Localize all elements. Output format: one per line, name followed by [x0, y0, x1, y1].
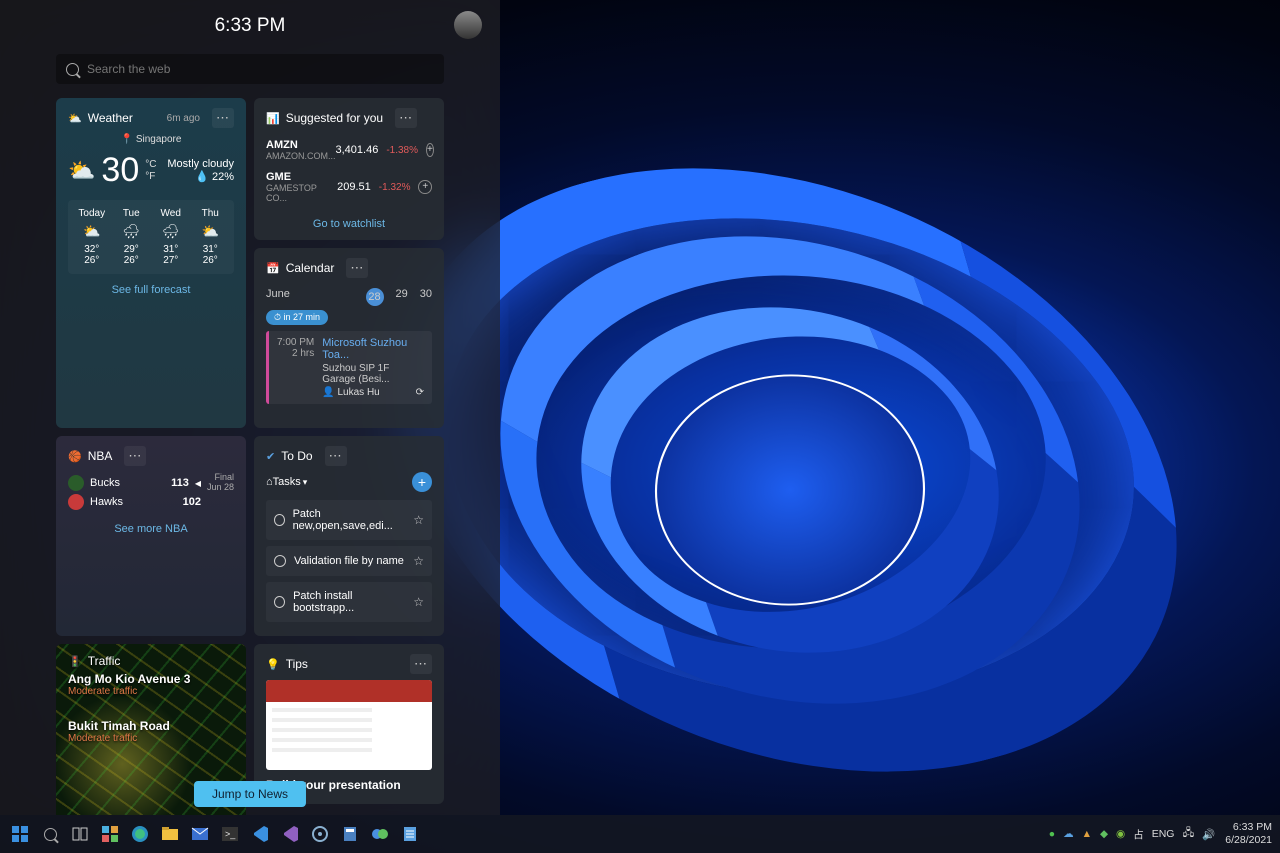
terminal-icon[interactable]: >_: [218, 822, 242, 846]
search-button[interactable]: [38, 822, 62, 846]
star-icon[interactable]: ☆: [413, 513, 424, 527]
forecast-row: Today⛅32°26° Tue🌧29°26° Wed🌧31°27° Thu⛅3…: [68, 200, 234, 274]
stocks-widget[interactable]: 📊 Suggested for you ⋯ AMZNAMAZON.COM... …: [254, 98, 444, 240]
calendar-date[interactable]: 28: [366, 288, 384, 306]
road-name: Bukit Timah Road: [68, 719, 234, 733]
todo-widget[interactable]: ✔ To Do ⋯ ⌂ Tasks▾ + Patch new,open,save…: [254, 436, 444, 636]
calculator-icon[interactable]: [338, 822, 362, 846]
task-checkbox[interactable]: [274, 514, 285, 526]
calendar-date[interactable]: 30: [420, 288, 432, 306]
weather-cond: Mostly cloudy: [167, 158, 234, 170]
task-view-button[interactable]: [68, 822, 92, 846]
todo-list-name[interactable]: Tasks: [273, 476, 301, 488]
task-item[interactable]: Patch install bootstrapp...☆: [266, 582, 432, 622]
tray-volume-icon[interactable]: 🔊: [1202, 828, 1215, 841]
tray-wechat-icon[interactable]: ●: [1049, 828, 1055, 840]
panel-time: 6:33 PM: [215, 15, 286, 37]
basketball-icon: 🏀: [68, 450, 82, 463]
tray-ime-icon[interactable]: 占: [1133, 827, 1144, 842]
watchlist-link[interactable]: Go to watchlist: [266, 218, 432, 230]
more-icon[interactable]: ⋯: [124, 446, 146, 466]
stock-row[interactable]: GMEGAMESTOP CO... 209.51 -1.32% +: [266, 166, 432, 208]
bulb-icon: 💡: [266, 658, 280, 671]
svg-text:>_: >_: [225, 829, 236, 839]
add-icon[interactable]: +: [426, 143, 434, 157]
visualstudio-icon[interactable]: [278, 822, 302, 846]
weather-icon: ⛅: [68, 112, 82, 125]
star-icon[interactable]: ☆: [413, 595, 424, 609]
user-avatar[interactable]: [454, 11, 482, 39]
settings-icon[interactable]: [308, 822, 332, 846]
search-bar[interactable]: [56, 54, 444, 84]
tips-image: [266, 680, 432, 770]
road-name: Ang Mo Kio Avenue 3: [68, 672, 234, 686]
stocks-title: Suggested for you: [286, 111, 383, 125]
check-icon: ✔: [266, 450, 275, 463]
taskbar: >_ ● ☁ ▲ ◆ ◉ 占 ENG 🖧 🔊 6:33 PM6/28/2021: [0, 815, 1280, 853]
weather-location: Singapore: [136, 134, 182, 145]
search-input[interactable]: [87, 62, 434, 76]
see-nba-link[interactable]: See more NBA: [68, 523, 234, 535]
tray-nvidia-icon[interactable]: ◉: [1116, 828, 1125, 840]
mail-icon[interactable]: [188, 822, 212, 846]
task-checkbox[interactable]: [274, 555, 286, 567]
more-icon[interactable]: ⋯: [346, 258, 368, 278]
traffic-icon: 🚦: [68, 655, 82, 668]
edge-icon[interactable]: [128, 822, 152, 846]
notepad-icon[interactable]: [398, 822, 422, 846]
more-icon[interactable]: ⋯: [410, 654, 432, 674]
weather-ago: 6m ago: [167, 113, 200, 124]
tray-onedrive-icon[interactable]: ☁: [1063, 828, 1074, 840]
task-checkbox[interactable]: [274, 596, 285, 608]
weather-temp: 30: [101, 151, 139, 190]
widgets-panel: 6:33 PM ⛅ Weather 6m ago ⋯ 📍 Singapore ⛅…: [0, 0, 500, 815]
weather-title: Weather: [88, 111, 133, 125]
more-icon[interactable]: ⋯: [325, 446, 347, 466]
widgets-button[interactable]: [98, 822, 122, 846]
stock-row[interactable]: AMZNAMAZON.COM... 3,401.46 -1.38% +: [266, 134, 432, 166]
cloud-icon: ⛅: [68, 158, 95, 184]
search-icon: [66, 63, 79, 76]
chevron-down-icon[interactable]: ▾: [303, 477, 308, 488]
task-item[interactable]: Patch new,open,save,edi...☆: [266, 500, 432, 540]
calendar-widget[interactable]: 📅 Calendar ⋯ June 28 29 30 ⏱ in 27 min 7…: [254, 248, 444, 428]
task-item[interactable]: Validation file by name☆: [266, 546, 432, 576]
jump-to-news-button[interactable]: Jump to News: [194, 781, 306, 807]
chart-icon: 📊: [266, 112, 280, 125]
start-button[interactable]: [8, 822, 32, 846]
vscode-icon[interactable]: [248, 822, 272, 846]
star-icon[interactable]: ☆: [413, 554, 424, 568]
add-task-button[interactable]: +: [412, 472, 432, 492]
see-forecast-link[interactable]: See full forecast: [68, 284, 234, 296]
tips-widget[interactable]: 💡 Tips ⋯ Build your presentation skills: [254, 644, 444, 804]
weather-widget[interactable]: ⛅ Weather 6m ago ⋯ 📍 Singapore ⛅ 30 °C°F…: [56, 98, 246, 428]
countdown-chip: ⏱ in 27 min: [266, 310, 328, 325]
tray-clock[interactable]: 6:33 PM6/28/2021: [1225, 821, 1272, 846]
calendar-date[interactable]: 29: [396, 288, 408, 306]
calendar-event[interactable]: 7:00 PM2 hrs Microsoft Suzhou Toa... Suz…: [266, 331, 432, 404]
calendar-icon: 📅: [266, 262, 280, 275]
app-icon[interactable]: [368, 822, 392, 846]
tray-network-icon[interactable]: 🖧: [1182, 825, 1194, 843]
home-icon: ⌂: [266, 476, 273, 488]
refresh-icon[interactable]: ⟳: [416, 387, 424, 398]
tray-lang[interactable]: ENG: [1152, 828, 1175, 840]
explorer-icon[interactable]: [158, 822, 182, 846]
tray-app-icon[interactable]: ◆: [1100, 828, 1108, 840]
more-icon[interactable]: ⋯: [395, 108, 417, 128]
nba-widget[interactable]: 🏀 NBA ⋯ Bucks113◀ Hawks102 FinalJun 28 S…: [56, 436, 246, 636]
tray-security-icon[interactable]: ▲: [1082, 828, 1092, 840]
add-icon[interactable]: +: [418, 180, 432, 194]
more-icon[interactable]: ⋯: [212, 108, 234, 128]
